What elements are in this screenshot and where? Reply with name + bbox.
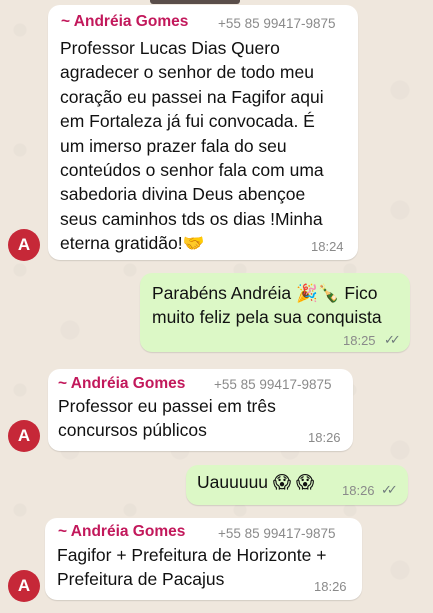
read-receipt-icon: ✓✓: [384, 332, 401, 347]
sender-phone: +55 85 99417-9875: [218, 526, 336, 541]
incoming-message-bubble[interactable]: ~ Andréia Gomes +55 85 99417-9875 Fagifo…: [45, 518, 362, 600]
sender-avatar[interactable]: A: [8, 420, 40, 452]
sender-name[interactable]: ~ Andréia Gomes: [58, 523, 185, 541]
message-time: 18:26: [342, 483, 375, 498]
message-time: 18:24: [311, 239, 344, 254]
chat-background: ~ Andréia Gomes +55 85 99417-9875 Profes…: [0, 0, 433, 613]
sender-phone: +55 85 99417-9875: [218, 16, 336, 31]
message-text: Professor Lucas Dias Quero agradecer o s…: [60, 38, 324, 254]
incoming-message-bubble[interactable]: ~ Andréia Gomes +55 85 99417-9875 Profes…: [48, 369, 353, 451]
read-receipt-icon: ✓✓: [381, 482, 398, 497]
message-text: Uauuuuu 😱 😱: [197, 472, 315, 492]
sender-avatar[interactable]: A: [8, 229, 40, 261]
sender-name[interactable]: ~ Andréia Gomes: [58, 375, 185, 393]
message-time: 18:26: [308, 430, 341, 445]
sender-phone: +55 85 99417-9875: [214, 377, 332, 392]
previous-media-edge: [150, 0, 240, 4]
outgoing-message-bubble[interactable]: Uauuuuu 😱 😱 18:26 ✓✓: [186, 465, 408, 505]
message-time: 18:25: [343, 333, 376, 348]
incoming-message-bubble[interactable]: ~ Andréia Gomes +55 85 99417-9875 Profes…: [48, 5, 358, 260]
message-time: 18:26: [314, 579, 347, 594]
sender-name[interactable]: ~ Andréia Gomes: [61, 13, 188, 31]
message-text: Professor eu passei em três concursos pú…: [58, 396, 276, 441]
sender-avatar[interactable]: A: [8, 570, 40, 602]
message-text: Parabéns Andréia 🎉🍾 Fico muito feliz pel…: [152, 283, 382, 328]
message-text: Fagifor + Prefeitura de Horizonte + Pref…: [57, 545, 327, 590]
outgoing-message-bubble[interactable]: Parabéns Andréia 🎉🍾 Fico muito feliz pel…: [140, 273, 410, 352]
